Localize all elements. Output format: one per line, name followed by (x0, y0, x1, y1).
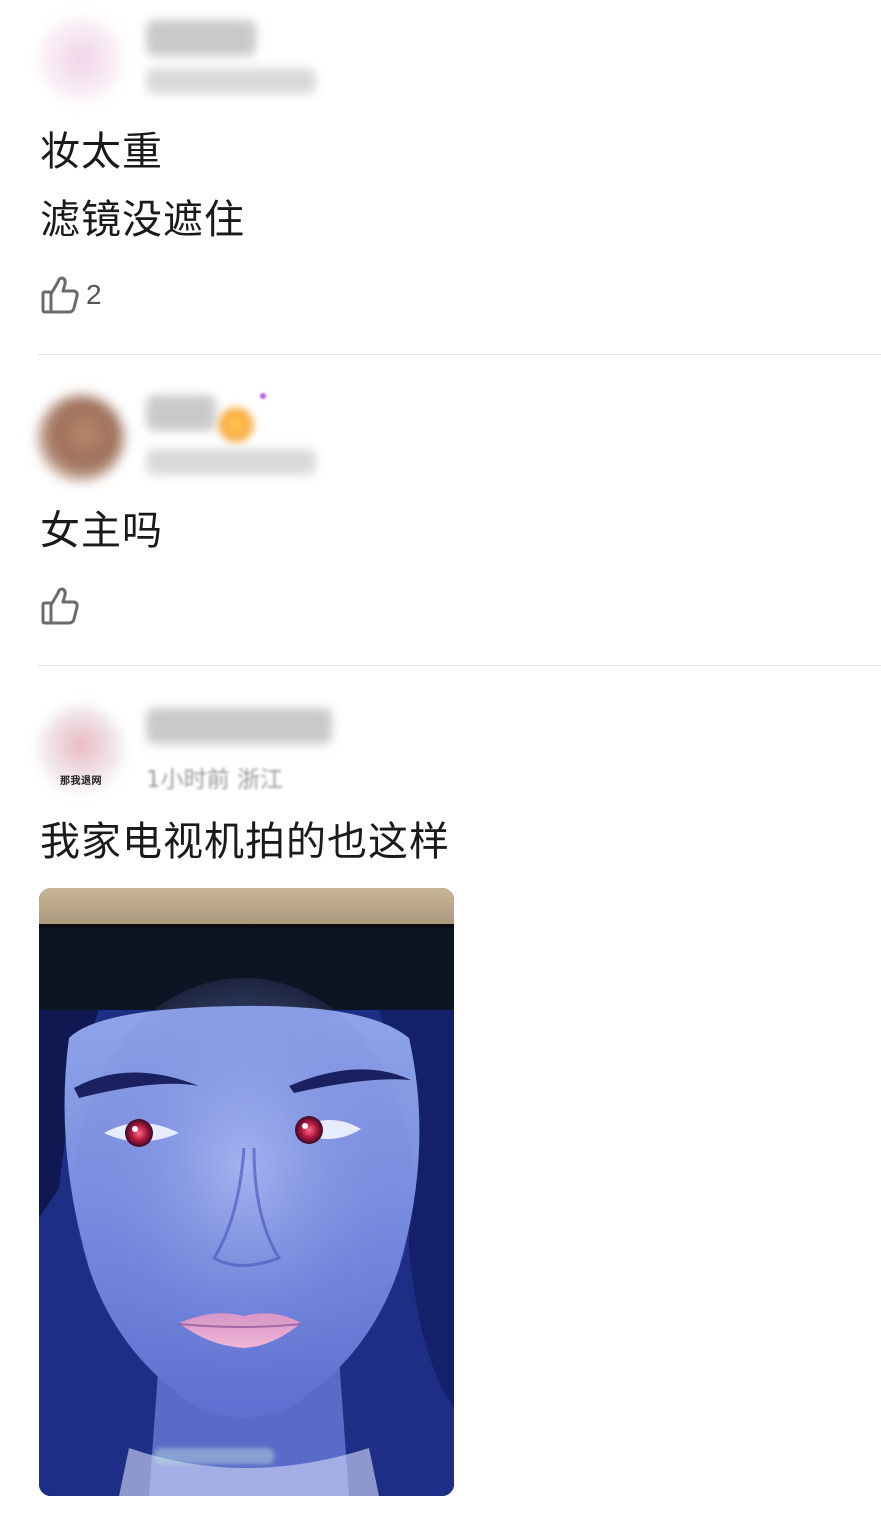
username-blurred[interactable] (146, 395, 216, 431)
like-button[interactable]: 2 (40, 274, 102, 316)
username-blurred[interactable] (146, 20, 256, 56)
like-button[interactable] (40, 585, 86, 627)
avatar[interactable] (38, 395, 124, 481)
thumbs-up-icon (40, 585, 80, 627)
comment-text-line: 妆太重 (40, 129, 163, 175)
badge-sparkle-icon (260, 393, 266, 399)
avatar-tag: 那我退网 (60, 776, 102, 787)
comment-item: 妆太重 滤镜没遮住 2 (0, 0, 881, 355)
like-count: 2 (86, 279, 102, 310)
comment-text-line: 女主吗 (40, 508, 163, 554)
comment-meta: 1小时前 浙江 (146, 767, 283, 793)
username-blurred[interactable] (146, 708, 332, 744)
avatar[interactable] (38, 16, 124, 102)
thumbs-up-icon (40, 274, 80, 316)
comment-item: 女主吗 (0, 355, 881, 665)
user-badge-icon (218, 407, 254, 443)
comment-meta-blurred (146, 68, 316, 94)
comment-meta-blurred (146, 449, 316, 475)
comment-text-line: 滤镜没遮住 (40, 197, 245, 243)
comment-text-line: 我家电视机拍的也这样 (40, 819, 450, 865)
comment-attached-image[interactable] (39, 888, 454, 1496)
